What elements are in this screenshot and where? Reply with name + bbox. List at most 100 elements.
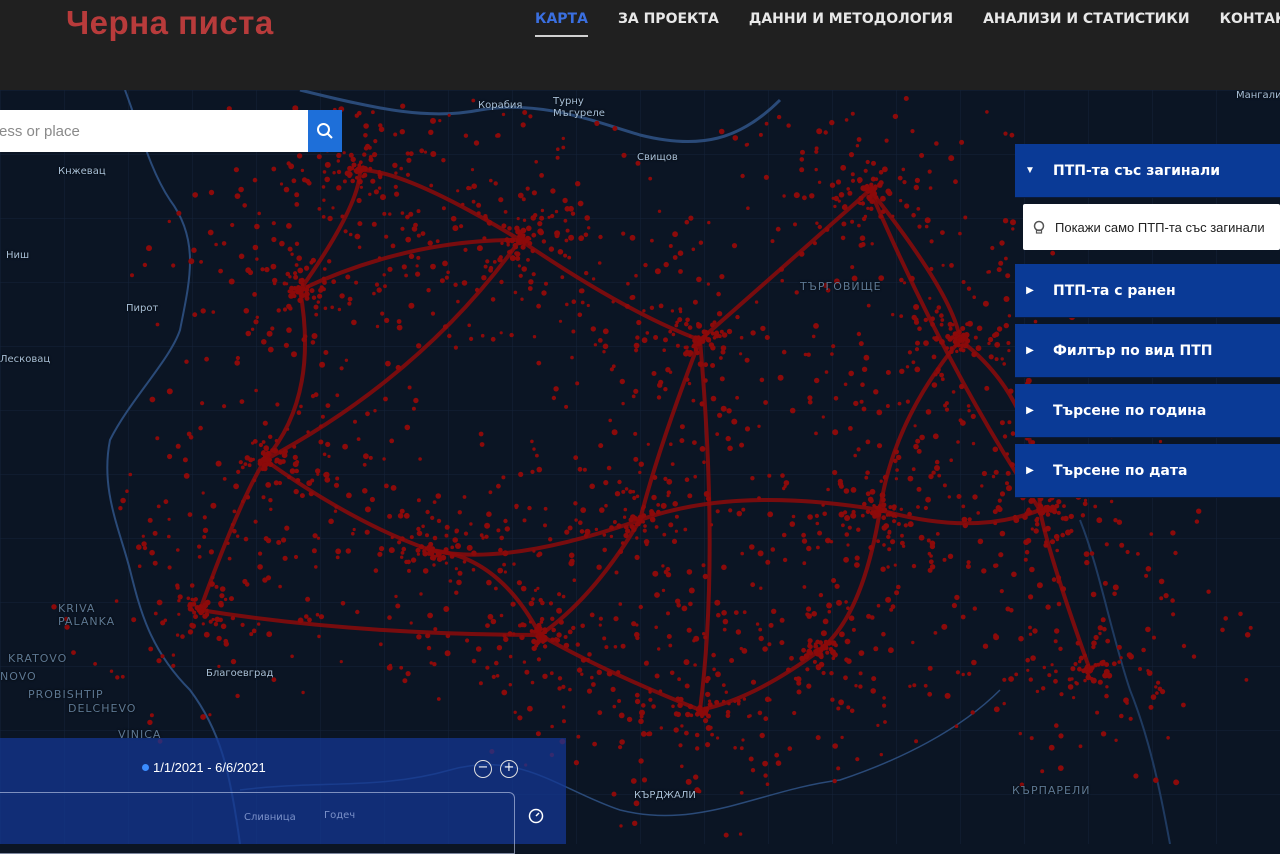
accident-point[interactable]	[854, 555, 860, 561]
accident-point[interactable]	[808, 644, 813, 650]
accident-point[interactable]	[1105, 685, 1109, 689]
accident-point[interactable]	[513, 710, 517, 714]
accident-point[interactable]	[917, 224, 922, 229]
accident-point[interactable]	[385, 360, 391, 367]
accident-point[interactable]	[619, 739, 625, 745]
accident-point[interactable]	[620, 541, 625, 545]
accident-point[interactable]	[666, 494, 670, 498]
accident-point[interactable]	[924, 224, 929, 229]
accident-point[interactable]	[1025, 657, 1030, 663]
accident-point[interactable]	[724, 690, 728, 694]
accident-point[interactable]	[1008, 388, 1014, 394]
accident-point[interactable]	[357, 167, 363, 173]
accident-point[interactable]	[888, 647, 894, 654]
accident-point[interactable]	[763, 716, 769, 722]
accident-point[interactable]	[654, 268, 661, 275]
accident-point[interactable]	[578, 235, 584, 241]
accident-point[interactable]	[426, 645, 432, 651]
accident-point[interactable]	[675, 696, 681, 702]
accident-point[interactable]	[924, 217, 931, 224]
accident-point[interactable]	[780, 473, 785, 478]
accident-point[interactable]	[387, 266, 393, 272]
accident-point[interactable]	[638, 758, 644, 764]
accident-point[interactable]	[553, 386, 559, 392]
accident-point[interactable]	[628, 517, 634, 523]
accident-point[interactable]	[956, 329, 962, 335]
accident-point[interactable]	[267, 457, 272, 463]
accident-point[interactable]	[320, 414, 325, 419]
accident-point[interactable]	[635, 521, 641, 527]
nav-item-map[interactable]: КАРТА	[535, 11, 588, 37]
accident-point[interactable]	[240, 465, 245, 470]
accident-point[interactable]	[869, 206, 874, 211]
accident-point[interactable]	[1082, 653, 1087, 658]
accident-point[interactable]	[866, 613, 872, 619]
accident-point[interactable]	[598, 443, 604, 449]
accident-point[interactable]	[520, 585, 527, 592]
accident-point[interactable]	[365, 411, 370, 417]
accident-point[interactable]	[847, 525, 852, 530]
accident-point[interactable]	[868, 545, 874, 551]
accident-point[interactable]	[1056, 601, 1062, 607]
accident-point[interactable]	[536, 466, 543, 473]
accident-point[interactable]	[911, 212, 916, 218]
accident-point[interactable]	[638, 461, 644, 467]
accident-point[interactable]	[536, 586, 540, 590]
accident-point[interactable]	[323, 350, 329, 355]
accident-point[interactable]	[544, 281, 548, 286]
accident-point[interactable]	[941, 623, 948, 630]
accident-point[interactable]	[649, 516, 656, 523]
accident-point[interactable]	[187, 512, 193, 517]
accident-point[interactable]	[471, 550, 477, 556]
accident-point[interactable]	[880, 209, 886, 214]
accident-point[interactable]	[454, 528, 460, 534]
filter-by-type[interactable]: ▶ Филтър по вид ПТП	[1015, 324, 1280, 378]
accident-point[interactable]	[198, 425, 203, 431]
accident-point[interactable]	[999, 420, 1005, 426]
accident-point[interactable]	[758, 132, 763, 137]
accident-point[interactable]	[731, 243, 738, 249]
search-input[interactable]	[0, 110, 308, 152]
accident-point[interactable]	[218, 617, 223, 623]
nav-item-contacts[interactable]: КОНТАКТИ	[1220, 11, 1280, 37]
accident-point[interactable]	[543, 506, 548, 511]
accident-point[interactable]	[1244, 632, 1251, 638]
accident-point[interactable]	[782, 486, 786, 491]
accident-point[interactable]	[826, 639, 832, 646]
accident-point[interactable]	[972, 494, 978, 500]
accident-point[interactable]	[1044, 540, 1048, 544]
accident-point[interactable]	[821, 415, 825, 419]
accident-point[interactable]	[400, 211, 405, 215]
accident-point[interactable]	[208, 619, 213, 624]
accident-point[interactable]	[960, 420, 966, 426]
accident-point[interactable]	[634, 344, 638, 348]
accident-point[interactable]	[816, 129, 821, 133]
accident-point[interactable]	[175, 585, 180, 590]
accident-point[interactable]	[807, 514, 813, 520]
accident-point[interactable]	[485, 665, 490, 670]
accident-point[interactable]	[796, 680, 802, 686]
accident-point[interactable]	[702, 632, 706, 636]
accident-point[interactable]	[1128, 716, 1133, 721]
accident-point[interactable]	[479, 442, 485, 447]
accident-point[interactable]	[449, 553, 455, 559]
accident-point[interactable]	[364, 529, 370, 535]
accident-point[interactable]	[319, 424, 323, 429]
accident-point[interactable]	[297, 287, 303, 293]
accident-point[interactable]	[742, 610, 747, 615]
accident-point[interactable]	[351, 531, 355, 536]
accident-point[interactable]	[408, 302, 415, 309]
accident-point[interactable]	[287, 246, 293, 252]
accident-point[interactable]	[396, 319, 402, 324]
accident-point[interactable]	[794, 290, 799, 295]
accident-point[interactable]	[859, 235, 866, 241]
accident-point[interactable]	[252, 177, 258, 183]
accident-point[interactable]	[509, 255, 516, 262]
accident-point[interactable]	[399, 536, 405, 542]
accident-point[interactable]	[912, 683, 917, 688]
accident-point[interactable]	[776, 114, 782, 120]
accident-point[interactable]	[885, 404, 890, 408]
accident-point[interactable]	[268, 461, 274, 467]
accident-point[interactable]	[550, 188, 556, 194]
accident-point[interactable]	[204, 612, 210, 618]
